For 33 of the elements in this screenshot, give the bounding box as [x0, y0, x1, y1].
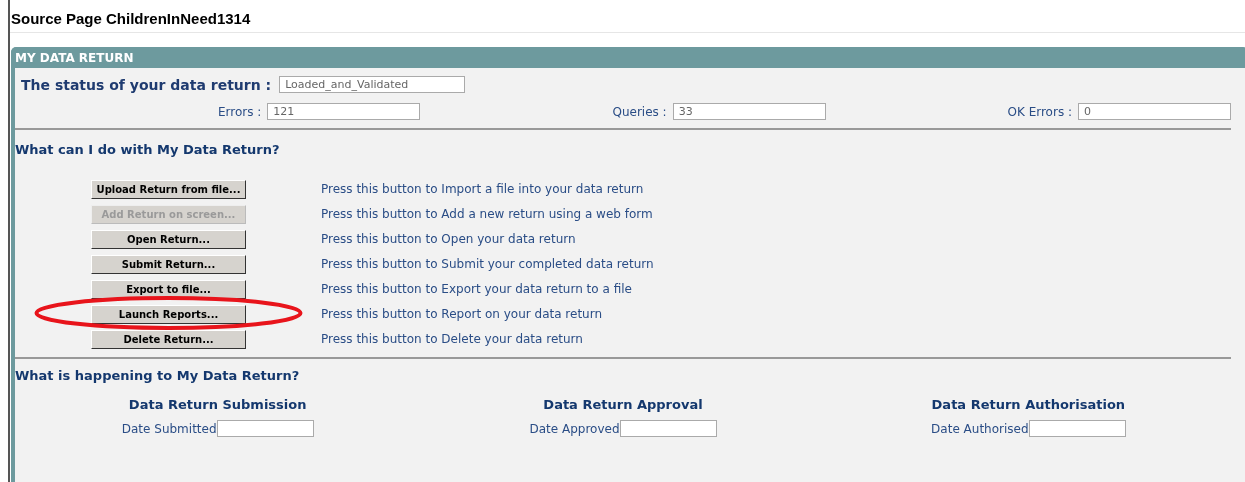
- date-field[interactable]: [1028, 420, 1126, 437]
- action-description: Press this button to Report on your data return: [321, 306, 604, 321]
- action-description: Press this button to Open your data return: [321, 231, 577, 246]
- action-button[interactable]: Submit Return...: [91, 255, 246, 274]
- action-description: Press this button to Delete your data return: [321, 331, 584, 346]
- count-label: OK Errors :: [1007, 104, 1072, 119]
- action-description: Press this button to Export your data return to a file: [321, 281, 633, 296]
- count-label: Errors :: [217, 104, 262, 119]
- date-field[interactable]: [619, 420, 717, 437]
- count-field[interactable]: 121: [267, 103, 421, 120]
- status-field[interactable]: Loaded_and_Validated: [279, 76, 466, 93]
- date-label: Date Submitted: [121, 421, 217, 436]
- stage-title: Data Return Authorisation: [931, 397, 1126, 412]
- date-field[interactable]: [216, 420, 314, 437]
- action-button[interactable]: Delete Return...: [91, 330, 246, 349]
- action-description: Press this button to Submit your completed data return: [321, 256, 655, 271]
- action-description: Press this button to Import a file into your data return: [321, 181, 645, 196]
- date-label: Date Approved: [529, 421, 620, 436]
- panel-header: MY DATA RETURN: [11, 47, 1245, 68]
- count-label: Queries :: [612, 104, 667, 119]
- count-field[interactable]: 0: [1078, 103, 1231, 120]
- section-heading: What is happening to My Data Return?: [15, 367, 301, 383]
- date-label: Date Authorised: [931, 421, 1029, 436]
- action-button[interactable]: Upload Return from file...: [91, 180, 246, 199]
- stage-title: Data Return Submission: [128, 397, 307, 412]
- action-button[interactable]: Open Return...: [91, 230, 246, 249]
- page-title: Source Page ChildrenInNeed1314: [10, 10, 252, 29]
- count-field[interactable]: 33: [672, 103, 826, 120]
- action-description: Press this button to Add a new return using a web form: [321, 206, 654, 221]
- status-label: The status of your data return :: [21, 76, 272, 93]
- stage-title: Data Return Approval: [543, 397, 703, 412]
- action-button[interactable]: Launch Reports...: [91, 305, 246, 324]
- section-heading: What can I do with My Data Return?: [15, 141, 281, 157]
